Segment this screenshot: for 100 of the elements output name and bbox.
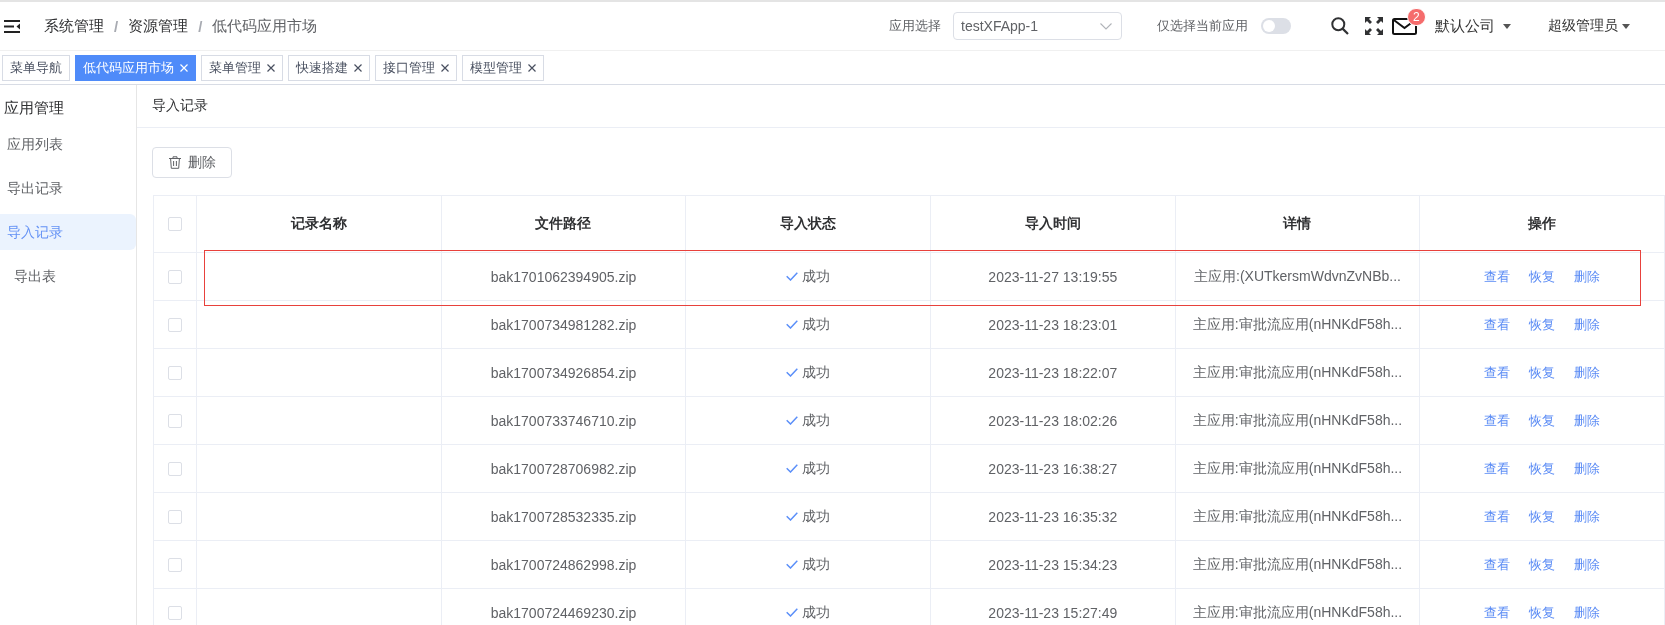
table-cell: 主应用:审批流应用(nHNKdF58h... (1175, 493, 1421, 541)
action-link[interactable]: 查看 (1484, 555, 1511, 574)
action-link[interactable]: 查看 (1484, 459, 1511, 478)
sidebar-item[interactable]: 导入记录 (0, 214, 136, 250)
checkbox[interactable] (168, 605, 182, 620)
breadcrumb-separator: / (114, 17, 119, 35)
sidebar-item[interactable]: 导出表 (0, 258, 136, 294)
table-cell: 主应用:审批流应用(nHNKdF58h... (1175, 541, 1421, 589)
close-icon[interactable] (267, 64, 275, 72)
user-dropdown[interactable]: 超级管理员 (1548, 17, 1630, 35)
column-header: 导入状态 (686, 196, 931, 253)
caret-down-icon (1622, 23, 1630, 29)
menu-icon[interactable] (4, 19, 20, 33)
action-link[interactable]: 恢复 (1529, 315, 1556, 334)
breadcrumb-link[interactable]: 资源管理 (128, 16, 189, 36)
action-link[interactable]: 查看 (1484, 603, 1511, 622)
action-link[interactable]: 查看 (1484, 411, 1511, 430)
status-text: 成功 (802, 555, 831, 574)
check-icon (786, 512, 799, 521)
tab[interactable]: 菜单管理 (201, 55, 283, 81)
action-link[interactable]: 恢复 (1529, 603, 1556, 622)
column-header: 详情 (1175, 196, 1421, 253)
close-icon[interactable] (528, 64, 536, 72)
table-cell: 主应用:(XUTkersmWdvnZvNBb... (1175, 253, 1421, 301)
action-link[interactable]: 恢复 (1529, 363, 1556, 382)
table-cell: 主应用:审批流应用(nHNKdF58h... (1175, 445, 1421, 493)
action-link[interactable]: 恢复 (1529, 411, 1556, 430)
action-link[interactable]: 查看 (1484, 507, 1511, 526)
table-cell: 2023-11-23 18:23:01 (931, 301, 1176, 349)
breadcrumb-current: 低代码应用市场 (212, 16, 318, 36)
checkbox[interactable] (168, 269, 182, 284)
column-header: 文件路径 (441, 196, 687, 253)
close-icon[interactable] (441, 64, 449, 72)
checkbox[interactable] (168, 365, 182, 380)
table-cell: 2023-11-27 13:19:55 (931, 253, 1176, 301)
status-text: 成功 (802, 603, 831, 622)
status-text: 成功 (802, 459, 831, 478)
search-icon[interactable] (1331, 17, 1349, 35)
fullscreen-icon[interactable] (1365, 17, 1383, 35)
status-text: 成功 (802, 363, 831, 382)
action-link[interactable]: 删除 (1574, 603, 1601, 622)
action-link[interactable]: 查看 (1484, 267, 1511, 286)
checkbox[interactable] (168, 557, 182, 572)
table-cell: 主应用:审批流应用(nHNKdF58h... (1175, 349, 1421, 397)
action-link[interactable]: 查看 (1484, 315, 1511, 334)
tab[interactable]: 模型管理 (462, 55, 544, 81)
breadcrumb-link[interactable]: 系统管理 (44, 16, 104, 36)
breadcrumb-separator: / (198, 17, 203, 35)
table-cell: bak1700728706982.zip (441, 445, 687, 493)
column-header: 操作 (1420, 196, 1665, 253)
tab[interactable]: 菜单导航 (2, 55, 70, 81)
action-link[interactable]: 恢复 (1529, 507, 1556, 526)
checkbox[interactable] (168, 509, 182, 524)
sidebar-item[interactable]: 应用列表 (0, 126, 136, 162)
action-link[interactable]: 删除 (1574, 459, 1601, 478)
column-header: 导入时间 (931, 196, 1176, 253)
close-icon[interactable] (354, 64, 362, 72)
table-cell: bak1700728532335.zip (441, 493, 687, 541)
check-icon (786, 272, 799, 281)
action-link[interactable]: 删除 (1574, 315, 1601, 334)
toggle-label: 仅选择当前应用 (1157, 17, 1248, 35)
tab[interactable]: 接口管理 (375, 55, 457, 81)
checkbox[interactable] (168, 317, 182, 332)
action-link[interactable]: 恢复 (1529, 555, 1556, 574)
checkbox[interactable] (168, 413, 182, 428)
check-icon (786, 368, 799, 377)
column-header: 记录名称 (197, 196, 442, 253)
table-cell: 主应用:审批流应用(nHNKdF58h... (1175, 589, 1421, 625)
table-cell: 2023-11-23 18:22:07 (931, 349, 1176, 397)
action-link[interactable]: 删除 (1574, 267, 1601, 286)
checkbox[interactable] (168, 461, 182, 476)
action-link[interactable]: 恢复 (1529, 459, 1556, 478)
toggle-switch[interactable] (1261, 18, 1291, 34)
table-cell: 2023-11-23 16:38:27 (931, 445, 1176, 493)
table-cell: 主应用:审批流应用(nHNKdF58h... (1175, 397, 1421, 445)
action-link[interactable]: 删除 (1574, 363, 1601, 382)
action-link[interactable]: 查看 (1484, 363, 1511, 382)
caret-down-icon (1503, 23, 1511, 29)
trash-icon (169, 156, 181, 169)
page-title: 导入记录 (152, 97, 208, 115)
company-dropdown[interactable]: 默认公司 (1435, 16, 1511, 36)
tab[interactable]: 快速搭建 (288, 55, 370, 81)
action-link[interactable]: 删除 (1574, 411, 1601, 430)
checkbox[interactable] (168, 217, 182, 231)
sidebar-item[interactable]: 导出记录 (0, 170, 136, 206)
status-text: 成功 (802, 267, 831, 286)
app-select[interactable]: testXFApp-1 (953, 12, 1122, 40)
delete-button[interactable]: 删除 (152, 147, 232, 178)
table-cell: bak1700724862998.zip (441, 541, 687, 589)
check-icon (786, 416, 799, 425)
action-link[interactable]: 恢复 (1529, 267, 1556, 286)
check-icon (786, 320, 799, 329)
status-text: 成功 (802, 315, 831, 334)
check-icon (786, 608, 799, 617)
action-link[interactable]: 删除 (1574, 507, 1601, 526)
tab[interactable]: 低代码应用市场 (75, 55, 196, 81)
action-link[interactable]: 删除 (1574, 555, 1601, 574)
status-text: 成功 (802, 507, 831, 526)
sidebar-title: 应用管理 (3, 98, 65, 118)
table-cell: 2023-11-23 18:02:26 (931, 397, 1176, 445)
